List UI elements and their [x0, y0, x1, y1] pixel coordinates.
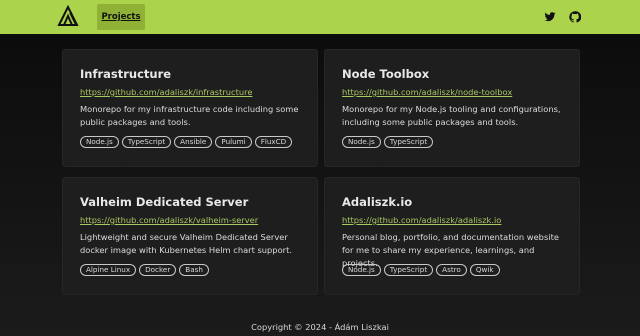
- project-title: Adaliszk.io: [342, 195, 413, 209]
- project-repo-link[interactable]: https://github.com/adaliszk/adaliszk.io: [342, 215, 501, 225]
- project-tags: Node.js TypeScript Ansible Pulumi FluxCD: [80, 136, 293, 148]
- project-repo-link[interactable]: https://github.com/adaliszk/infrastructu…: [80, 87, 252, 97]
- triangle-a-logo-icon[interactable]: [57, 5, 79, 27]
- project-tags: Node.js TypeScript Astro Qwik: [342, 264, 500, 276]
- tag: Node.js: [342, 264, 381, 276]
- github-icon[interactable]: [569, 11, 581, 23]
- project-description: Lightweight and secure Valheim Dedicated…: [80, 232, 292, 255]
- tag: Docker: [139, 264, 177, 276]
- site-footer: Copyright © 2024 - Ádám Liszkai: [0, 322, 640, 332]
- project-description: Monorepo for my Node.js tooling and conf…: [342, 104, 561, 127]
- nav-projects-link[interactable]: Projects: [97, 4, 145, 30]
- site-header: Projects: [0, 0, 640, 34]
- project-tags: Alpine Linux Docker Bash: [80, 264, 209, 276]
- tag: Bash: [179, 264, 209, 276]
- project-repo-link[interactable]: https://github.com/adaliszk/valheim-serv…: [80, 215, 258, 225]
- tag: Node.js: [342, 136, 381, 148]
- tag: TypeScript: [121, 136, 172, 148]
- project-card-infrastructure: Infrastructure https://github.com/adalis…: [62, 49, 318, 167]
- tag: TypeScript: [383, 136, 434, 148]
- project-card-node-toolbox: Node Toolbox https://github.com/adaliszk…: [324, 49, 580, 167]
- tag: Qwik: [469, 264, 500, 276]
- project-repo-link[interactable]: https://github.com/adaliszk/node-toolbox: [342, 87, 512, 97]
- tag: Pulumi: [215, 136, 252, 148]
- project-card-adaliszk-io: Adaliszk.io https://github.com/adaliszk/…: [324, 177, 580, 295]
- tag: FluxCD: [254, 136, 293, 148]
- project-tags: Node.js TypeScript: [342, 136, 434, 148]
- tag: Alpine Linux: [80, 264, 137, 276]
- project-card-valheim-server: Valheim Dedicated Server https://github.…: [62, 177, 318, 295]
- tag: TypeScript: [383, 264, 434, 276]
- twitter-icon[interactable]: [544, 11, 556, 23]
- project-description: Monorepo for my infrastructure code incl…: [80, 104, 299, 127]
- tag: Ansible: [174, 136, 213, 148]
- project-title: Node Toolbox: [342, 67, 430, 81]
- project-title: Valheim Dedicated Server: [80, 195, 249, 209]
- tag: Node.js: [80, 136, 119, 148]
- tag: Astro: [436, 264, 467, 276]
- copyright-text: Copyright © 2024 - Ádám Liszkai: [251, 322, 389, 332]
- project-title: Infrastructure: [80, 67, 172, 81]
